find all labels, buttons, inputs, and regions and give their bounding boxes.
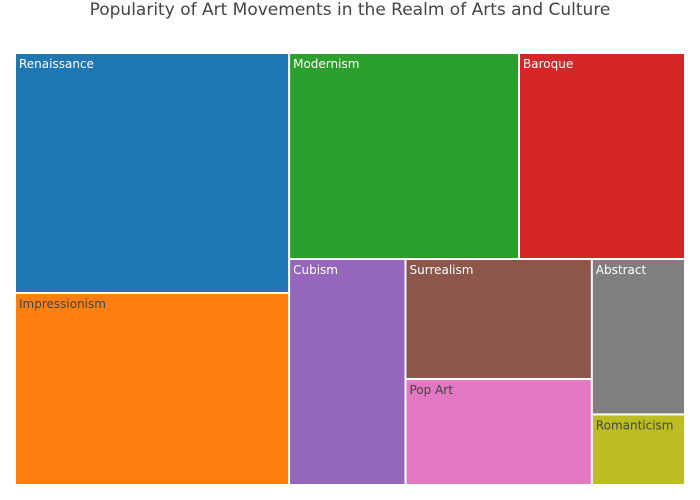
tile-label-abstract: Abstract bbox=[596, 263, 647, 277]
tile-rect-cubism bbox=[290, 260, 405, 484]
tile-label-modernism: Modernism bbox=[293, 57, 359, 71]
tile-rect-renaissance bbox=[16, 54, 289, 292]
tile-renaissance: Renaissance bbox=[16, 54, 289, 292]
tile-modernism: Modernism bbox=[290, 54, 518, 258]
tile-romanticism: Romanticism bbox=[592, 415, 684, 484]
tile-label-baroque: Baroque bbox=[523, 57, 573, 71]
tile-label-cubism: Cubism bbox=[293, 263, 338, 277]
tile-cubism: Cubism bbox=[290, 260, 405, 484]
tile-label-surrealism: Surrealism bbox=[410, 263, 474, 277]
tile-baroque: Baroque bbox=[520, 54, 684, 258]
treemap-chart: Renaissance Impressionism Modernism Baroque… bbox=[16, 54, 684, 484]
tile-label-impressionism: Impressionism bbox=[19, 297, 106, 311]
tile-label-renaissance: Renaissance bbox=[19, 57, 94, 71]
tile-rect-impressionism bbox=[16, 294, 289, 484]
tile-impressionism: Impressionism bbox=[16, 294, 289, 484]
tile-surrealism: Surrealism bbox=[406, 260, 591, 378]
tile-rect-abstract bbox=[592, 260, 684, 414]
tile-rect-modernism bbox=[290, 54, 518, 258]
tile-pop-art: Pop Art bbox=[406, 380, 591, 484]
tile-label-pop-art: Pop Art bbox=[410, 383, 454, 397]
tile-rect-surrealism bbox=[406, 260, 591, 378]
tile-label-romanticism: Romanticism bbox=[596, 418, 674, 432]
tile-abstract: Abstract bbox=[592, 260, 684, 414]
tile-rect-baroque bbox=[520, 54, 684, 258]
